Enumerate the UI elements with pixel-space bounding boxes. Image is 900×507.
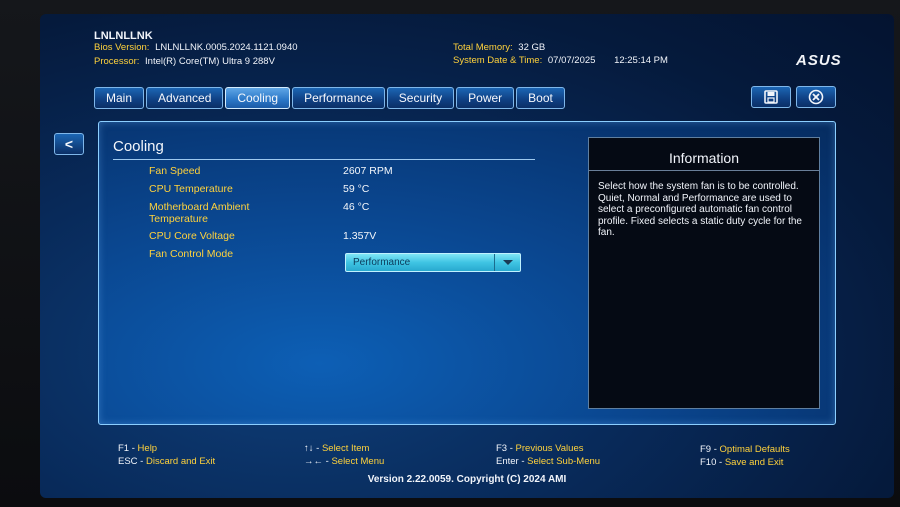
section-title: Cooling	[113, 138, 164, 155]
tab-main[interactable]: Main	[94, 87, 145, 109]
hotkey-f3: F3 - Previous Values	[496, 443, 584, 454]
tab-bar: Main Advanced Cooling Performance Securi…	[94, 87, 565, 109]
fan-control-mode-selected: Performance	[353, 257, 411, 268]
hotkey-esc: ESC - Discard and Exit	[118, 456, 216, 467]
fan-control-mode-dropdown[interactable]: Performance	[345, 253, 521, 272]
fan-speed-label: Fan Speed	[149, 165, 201, 177]
exit-button[interactable]	[796, 86, 836, 108]
header: LNLNLLNK Bios Version: LNLNLLNK.0005.202…	[40, 14, 894, 92]
hotkey-left-right: →← - Select Menu	[304, 456, 385, 467]
processor-value: Intel(R) Core(TM) Ultra 9 288V	[145, 56, 275, 67]
memory-value: 32 GB	[518, 42, 546, 53]
information-title: Information	[668, 150, 740, 166]
floppy-disk-icon	[764, 90, 778, 104]
chevron-down-icon	[494, 254, 520, 271]
date-value: 07/07/2025	[547, 55, 596, 66]
memory-label: Total Memory:	[453, 42, 513, 53]
datetime-label: System Date & Time:	[453, 55, 543, 66]
tab-performance[interactable]: Performance	[292, 87, 385, 109]
bios-screen: LNLNLLNK Bios Version: LNLNLLNK.0005.202…	[40, 14, 894, 498]
hotkey-up-down: ↑↓ - Select Item	[304, 443, 370, 454]
information-box: Information Select how the system fan is…	[588, 137, 820, 409]
cpu-voltage-label: CPU Core Voltage	[149, 230, 235, 242]
bios-version-row: Bios Version: LNLNLLNK.0005.2024.1121.09…	[94, 42, 298, 53]
information-text: Select how the system fan is to be contr…	[598, 181, 802, 238]
back-button[interactable]: <	[54, 133, 84, 155]
section-divider	[113, 159, 535, 160]
tab-boot[interactable]: Boot	[516, 87, 565, 109]
datetime-row: System Date & Time: 07/07/2025 12:25:14 …	[453, 55, 668, 66]
mb-ambient-temp-label: Motherboard Ambient Temperature	[149, 201, 250, 225]
fan-speed-value: 2607 RPM	[343, 165, 393, 177]
time-value: 12:25:14 PM	[614, 55, 668, 66]
hotkey-f9: F9 - Optimal Defaults	[700, 444, 790, 455]
cpu-voltage-value: 1.357V	[343, 230, 377, 242]
fan-control-mode-label: Fan Control Mode	[149, 248, 234, 260]
hotkey-enter: Enter - Select Sub-Menu	[496, 456, 601, 467]
mb-ambient-temp-value: 46 °C	[343, 201, 370, 213]
hotkey-f1: F1 - Help	[118, 443, 158, 454]
asus-logo: ASUS	[796, 52, 842, 69]
processor-label: Processor:	[94, 56, 140, 67]
cpu-temp-label: CPU Temperature	[149, 183, 233, 195]
board-name: LNLNLLNK	[94, 30, 153, 42]
bios-version-label: Bios Version:	[94, 42, 150, 53]
tab-cooling[interactable]: Cooling	[225, 87, 291, 109]
tab-power[interactable]: Power	[456, 87, 515, 109]
processor-row: Processor: Intel(R) Core(TM) Ultra 9 288…	[94, 56, 275, 67]
bios-version-value: LNLNLLNK.0005.2024.1121.0940	[155, 42, 298, 53]
cpu-temp-value: 59 °C	[343, 183, 370, 195]
memory-row: Total Memory: 32 GB	[453, 42, 545, 53]
tab-advanced[interactable]: Advanced	[146, 87, 224, 109]
close-icon	[808, 89, 824, 105]
save-button[interactable]	[751, 86, 791, 108]
tab-security[interactable]: Security	[386, 87, 455, 109]
hotkey-f10: F10 - Save and Exit	[700, 457, 784, 468]
version-footer: Version 2.22.0059. Copyright (C) 2024 AM…	[367, 474, 567, 485]
information-divider	[589, 170, 819, 171]
